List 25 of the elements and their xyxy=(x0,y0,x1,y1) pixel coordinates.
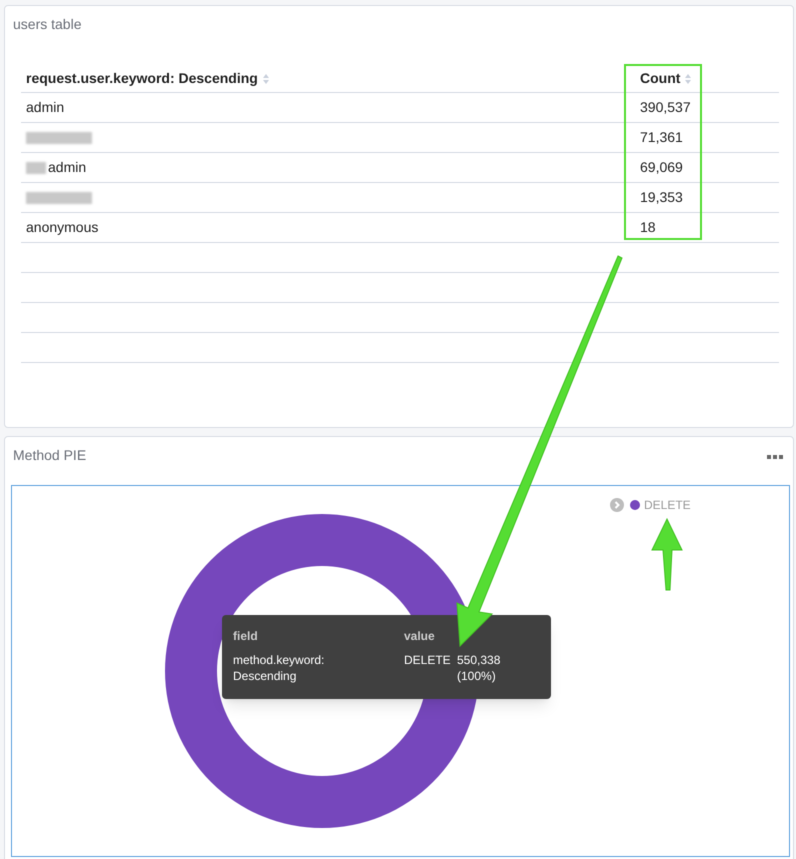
sort-icon[interactable] xyxy=(684,73,692,86)
tooltip-field: method.keyword: Descending xyxy=(233,652,343,684)
redacted-text xyxy=(26,132,92,144)
panel-title: users table xyxy=(13,15,82,34)
redacted-text xyxy=(26,192,92,204)
table-cell-text: admin xyxy=(48,158,86,177)
panel-title: Method PIE xyxy=(13,446,86,465)
table-cell: 71,361 xyxy=(640,129,683,145)
options-icon[interactable] xyxy=(767,455,783,460)
table-cell-text: admin xyxy=(26,98,64,117)
column-header[interactable]: request.user.keyword: Descending xyxy=(26,70,258,86)
sort-icon[interactable] xyxy=(262,73,270,86)
table-cell: 19,353 xyxy=(640,189,683,205)
redacted-text xyxy=(26,162,46,174)
tooltip-header: field xyxy=(233,629,258,643)
column-header[interactable]: Count xyxy=(640,70,680,86)
table-cell: 18 xyxy=(640,219,656,235)
tooltip-header: value xyxy=(404,629,435,643)
tooltip-value: DELETE xyxy=(404,652,451,668)
table-cell: 390,537 xyxy=(640,99,691,115)
table-cell-text: anonymous xyxy=(26,218,98,237)
tooltip-count: 550,338 xyxy=(457,652,500,668)
tooltip-percent: (100%) xyxy=(457,668,497,684)
table-cell: 69,069 xyxy=(640,159,683,175)
collapse-legend-icon[interactable] xyxy=(610,498,624,512)
